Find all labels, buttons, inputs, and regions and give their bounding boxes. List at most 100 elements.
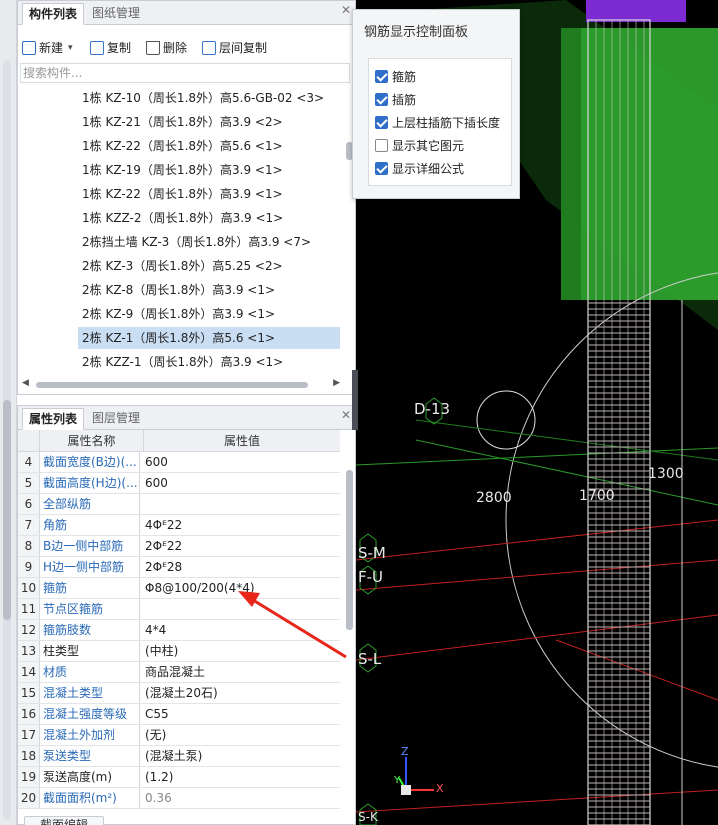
property-name: 全部纵筋 bbox=[40, 494, 140, 514]
property-value[interactable]: 2Φᴱ28 bbox=[144, 557, 338, 577]
property-value[interactable]: (混凝土20石) bbox=[144, 683, 338, 703]
new-button-label: 新建 bbox=[39, 41, 64, 55]
list-item-selected[interactable]: 2栋 KZ-1（周长1.8外）高5.6 <1> bbox=[78, 327, 340, 349]
property-name: B边一侧中部筋 bbox=[40, 536, 140, 556]
table-row[interactable]: 14 材质 商品混凝土 bbox=[18, 662, 340, 683]
table-row[interactable]: 7 角筋 4Φᴱ22 bbox=[18, 515, 340, 536]
component-list-panel: 构件列表 图纸管理 ✕ 新建 ▾ 复制 删除 层间复制 搜索构件... 1栋 K… bbox=[17, 0, 356, 395]
list-item[interactable]: 2栋 KZ-9（周长1.8外）高3.9 <1> bbox=[78, 303, 340, 325]
row-number: 12 bbox=[18, 620, 40, 640]
checkbox-checked[interactable] bbox=[375, 69, 388, 83]
copy-icon bbox=[90, 41, 104, 55]
search-input[interactable]: 搜索构件... bbox=[20, 63, 350, 83]
property-value: 0.36 bbox=[145, 791, 172, 805]
axis-label-sl: S-L bbox=[358, 650, 382, 668]
component-list-hscrollbar[interactable]: ◀ ▶ bbox=[22, 378, 340, 390]
option-label: 显示其它图元 bbox=[392, 138, 465, 153]
axis-label-fu: F-U bbox=[358, 568, 384, 586]
hscrollbar-thumb[interactable] bbox=[36, 382, 308, 388]
chevron-down-icon[interactable]: ▾ bbox=[68, 36, 73, 60]
property-value[interactable]: 600 bbox=[144, 473, 338, 493]
axis-label-d13: D-13 bbox=[414, 400, 451, 418]
control-panel-title: 钢筋显示控制面板 bbox=[364, 25, 469, 40]
list-item[interactable]: 2栋挡土墙 KZ-3（周长1.8外）高3.9 <7> bbox=[78, 231, 340, 253]
row-number: 8 bbox=[18, 536, 40, 556]
table-row[interactable]: 4 截面宽度(B边)(... 600 bbox=[18, 452, 340, 473]
list-item[interactable]: 1栋 KZ-10（周长1.8外）高5.6-GB-02 <3> bbox=[78, 87, 340, 109]
property-value[interactable]: 600 bbox=[144, 452, 338, 472]
table-row[interactable]: 20 截面面积(m²) 0.36 bbox=[18, 788, 340, 809]
table-row[interactable]: 17 混凝土外加剂 (无) bbox=[18, 725, 340, 746]
checkbox-checked[interactable] bbox=[375, 92, 388, 106]
trash-icon bbox=[146, 41, 160, 55]
axis-label-sk: S-K bbox=[358, 810, 378, 824]
axis-x-label: X bbox=[436, 782, 444, 795]
option-upper-dowel-length[interactable]: 上层柱插筋下插长度 bbox=[375, 113, 500, 131]
property-name: 箍筋肢数 bbox=[40, 620, 140, 640]
copy-button[interactable]: 复制 bbox=[90, 36, 131, 60]
checkbox-checked[interactable] bbox=[375, 115, 388, 129]
checkbox-unchecked[interactable] bbox=[375, 138, 388, 152]
strip-scrollbar-thumb[interactable] bbox=[3, 400, 11, 620]
table-row[interactable]: 16 混凝土强度等级 C55 bbox=[18, 704, 340, 725]
new-button[interactable]: 新建 ▾ bbox=[22, 36, 73, 60]
property-name: 混凝土外加剂 bbox=[40, 725, 140, 745]
table-row[interactable]: 18 泵送类型 (混凝土泵) bbox=[18, 746, 340, 767]
close-icon[interactable]: ✕ bbox=[341, 408, 351, 422]
table-row[interactable]: 19 泵送高度(m) (1.2) bbox=[18, 767, 340, 788]
option-show-other-elements[interactable]: 显示其它图元 bbox=[375, 136, 464, 154]
property-value[interactable]: (混凝土泵) bbox=[144, 746, 338, 766]
property-name: 截面宽度(B边)(... bbox=[40, 452, 140, 472]
dimension-label: 1300 bbox=[648, 466, 684, 482]
table-row[interactable]: 5 截面高度(H边)(... 600 bbox=[18, 473, 340, 494]
close-icon[interactable]: ✕ bbox=[341, 3, 351, 17]
tab-layer-management[interactable]: 图层管理 bbox=[86, 408, 146, 430]
option-dowel[interactable]: 插筋 bbox=[375, 90, 416, 108]
property-value[interactable]: C55 bbox=[144, 704, 338, 724]
dimension-label: 2800 bbox=[476, 490, 512, 506]
list-item[interactable]: 1栋 KZ-21（周长1.8外）高3.9 <2> bbox=[78, 111, 340, 133]
delete-button[interactable]: 删除 bbox=[146, 36, 187, 60]
property-name: 泵送高度(m) bbox=[40, 767, 140, 787]
purple-volume bbox=[586, 0, 686, 22]
scroll-left-icon[interactable]: ◀ bbox=[22, 378, 29, 388]
checkbox-checked[interactable] bbox=[375, 161, 388, 175]
copy-button-label: 复制 bbox=[107, 41, 132, 55]
green-volume bbox=[561, 28, 718, 300]
section-edit-button[interactable]: 截面编辑 bbox=[24, 816, 104, 825]
row-number: 14 bbox=[18, 662, 40, 682]
table-row[interactable]: 8 B边一侧中部筋 2Φᴱ22 bbox=[18, 536, 340, 557]
property-value[interactable]: 商品混凝土 bbox=[144, 662, 338, 682]
property-value[interactable] bbox=[144, 494, 338, 514]
list-item[interactable]: 1栋 KZZ-2（周长1.8外）高3.9 <1> bbox=[78, 207, 340, 229]
property-name: 截面面积(m²) bbox=[40, 788, 140, 808]
table-row[interactable]: 9 H边一侧中部筋 2Φᴱ28 bbox=[18, 557, 340, 578]
property-name: 泵送类型 bbox=[40, 746, 140, 766]
list-item[interactable]: 2栋 KZ-8（周长1.8外）高3.9 <1> bbox=[78, 279, 340, 301]
panel-splitter[interactable] bbox=[352, 370, 358, 430]
row-number: 13 bbox=[18, 641, 40, 661]
scroll-right-icon[interactable]: ▶ bbox=[333, 378, 340, 388]
property-value[interactable]: (1.2) bbox=[144, 767, 338, 787]
list-item[interactable]: 2栋 KZZ-1（周长1.8外）高3.9 <1> bbox=[78, 351, 340, 373]
list-item[interactable]: 1栋 KZ-22（周长1.8外）高3.9 <1> bbox=[78, 183, 340, 205]
axis-z-label: Z bbox=[401, 745, 409, 758]
table-row[interactable]: 15 混凝土类型 (混凝土20石) bbox=[18, 683, 340, 704]
tab-drawing-management[interactable]: 图纸管理 bbox=[86, 3, 146, 25]
floor-copy-button[interactable]: 层间复制 bbox=[202, 36, 267, 60]
property-value[interactable]: 2Φᴱ22 bbox=[144, 536, 338, 556]
list-item[interactable]: 1栋 KZ-19（周长1.8外）高3.9 <1> bbox=[78, 159, 340, 181]
option-show-detailed-formula[interactable]: 显示详细公式 bbox=[375, 159, 464, 177]
property-value[interactable]: (无) bbox=[144, 725, 338, 745]
option-stirrup[interactable]: 箍筋 bbox=[375, 67, 416, 85]
table-row[interactable]: 6 全部纵筋 bbox=[18, 494, 340, 515]
list-item[interactable]: 2栋 KZ-3（周长1.8外）高5.25 <2> bbox=[78, 255, 340, 277]
property-value[interactable]: 4Φᴱ22 bbox=[144, 515, 338, 535]
header-num-col bbox=[18, 430, 40, 452]
axis-label-sm: S-M bbox=[358, 544, 386, 562]
header-property-name: 属性名称 bbox=[40, 430, 144, 452]
annotation-arrow bbox=[238, 591, 347, 659]
tab-component-list[interactable]: 构件列表 bbox=[22, 3, 85, 25]
tab-property-list[interactable]: 属性列表 bbox=[22, 408, 85, 430]
list-item[interactable]: 1栋 KZ-22（周长1.8外）高5.6 <1> bbox=[78, 135, 340, 157]
